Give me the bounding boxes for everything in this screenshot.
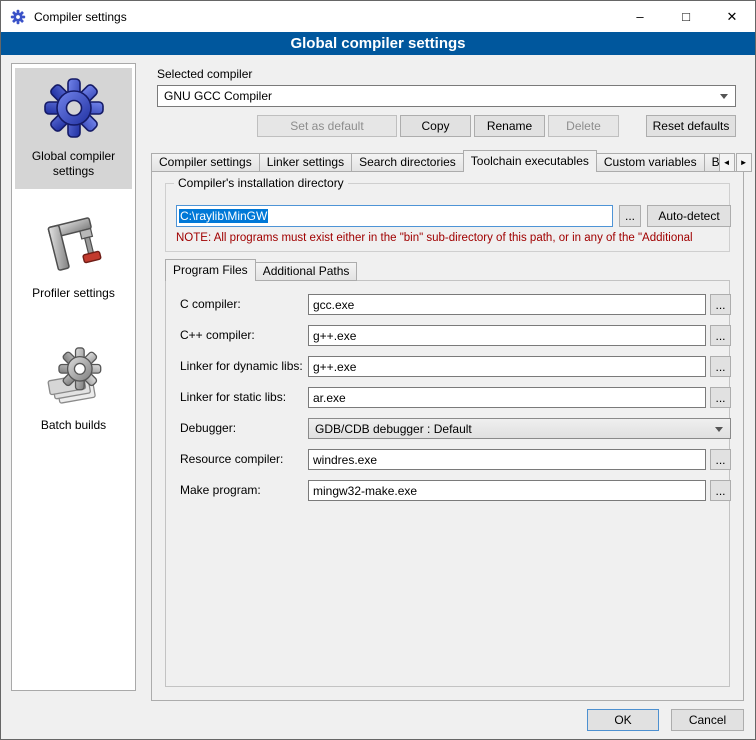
- linker-static-label: Linker for static libs:: [180, 387, 286, 408]
- window-controls: – □ ✕: [617, 1, 755, 32]
- tab-build-options[interactable]: Buil: [704, 153, 720, 172]
- sidebar-item-label: Global compiler settings: [15, 149, 132, 179]
- linker-dynamic-browse-button[interactable]: ...: [710, 356, 731, 377]
- toolchain-executables-pane: Compiler's installation directory C:\ray…: [151, 171, 744, 701]
- debugger-select-value: GDB/CDB debugger : Default: [315, 422, 472, 436]
- sidebar-item-label: Profiler settings: [32, 286, 115, 301]
- page-title: Global compiler settings: [1, 32, 755, 55]
- auto-detect-button[interactable]: Auto-detect: [647, 205, 731, 227]
- tab-scroll-left-icon[interactable]: ◄: [719, 153, 735, 172]
- c-compiler-browse-button[interactable]: ...: [710, 294, 731, 315]
- sidebar-item-global-compiler-settings[interactable]: Global compiler settings: [15, 68, 132, 189]
- program-files-tab-bar: Program Files Additional Paths: [165, 260, 356, 281]
- minimize-button[interactable]: –: [617, 1, 663, 32]
- tab-compiler-settings[interactable]: Compiler settings: [151, 153, 260, 172]
- tab-toolchain-executables[interactable]: Toolchain executables: [463, 150, 597, 172]
- selected-compiler-label: Selected compiler: [157, 67, 252, 81]
- title-bar: Compiler settings – □ ✕: [1, 1, 755, 32]
- close-button[interactable]: ✕: [709, 1, 755, 32]
- ok-button[interactable]: OK: [587, 709, 659, 731]
- chevron-down-icon: [715, 427, 723, 432]
- linker-static-input[interactable]: [308, 387, 706, 408]
- copy-button[interactable]: Copy: [400, 115, 471, 137]
- cpp-compiler-input[interactable]: [308, 325, 706, 346]
- tab-scroll-right-icon[interactable]: ►: [736, 153, 752, 172]
- set-as-default-button[interactable]: Set as default: [257, 115, 397, 137]
- tab-linker-settings[interactable]: Linker settings: [259, 153, 352, 172]
- subtab-program-files[interactable]: Program Files: [165, 259, 256, 281]
- debugger-label: Debugger:: [180, 418, 236, 439]
- cpp-compiler-browse-button[interactable]: ...: [710, 325, 731, 346]
- linker-dynamic-input[interactable]: [308, 356, 706, 377]
- resource-compiler-browse-button[interactable]: ...: [710, 449, 731, 470]
- installation-directory-browse-button[interactable]: ...: [619, 205, 641, 227]
- gear-icon: [42, 76, 106, 140]
- app-icon: [10, 9, 26, 25]
- installation-directory-input[interactable]: C:\raylib\MinGW: [176, 205, 613, 227]
- reset-defaults-button[interactable]: Reset defaults: [646, 115, 736, 137]
- sidebar-item-batch-builds[interactable]: Batch builds: [15, 337, 132, 443]
- make-program-browse-button[interactable]: ...: [710, 480, 731, 501]
- compiler-settings-dialog: Compiler settings – □ ✕ Global compiler …: [0, 0, 756, 740]
- subtab-additional-paths[interactable]: Additional Paths: [255, 262, 358, 281]
- window-title: Compiler settings: [34, 10, 127, 24]
- make-program-label: Make program:: [180, 480, 261, 501]
- installation-note: NOTE: All programs must exist either in …: [176, 232, 729, 244]
- installation-directory-group-title: Compiler's installation directory: [174, 176, 348, 190]
- make-program-input[interactable]: [308, 480, 706, 501]
- c-compiler-label: C compiler:: [180, 294, 241, 315]
- sidebar-item-profiler-settings[interactable]: Profiler settings: [15, 205, 132, 311]
- linker-static-browse-button[interactable]: ...: [710, 387, 731, 408]
- profiler-icon: [42, 213, 106, 277]
- debugger-select[interactable]: GDB/CDB debugger : Default: [308, 418, 731, 439]
- compiler-select[interactable]: GNU GCC Compiler: [157, 85, 736, 107]
- resource-compiler-label: Resource compiler:: [180, 449, 283, 470]
- program-files-pane: C compiler: ... C++ compiler: ... Linker…: [165, 280, 730, 687]
- settings-sidebar: Global compiler settings Profiler settin…: [11, 63, 136, 691]
- cpp-compiler-label: C++ compiler:: [180, 325, 255, 346]
- maximize-button[interactable]: □: [663, 1, 709, 32]
- compiler-select-value: GNU GCC Compiler: [164, 89, 272, 103]
- delete-button[interactable]: Delete: [548, 115, 619, 137]
- tab-custom-variables[interactable]: Custom variables: [596, 153, 705, 172]
- resource-compiler-input[interactable]: [308, 449, 706, 470]
- sidebar-item-label: Batch builds: [41, 418, 106, 433]
- cancel-button[interactable]: Cancel: [671, 709, 744, 731]
- tab-search-directories[interactable]: Search directories: [351, 153, 464, 172]
- c-compiler-input[interactable]: [308, 294, 706, 315]
- chevron-down-icon: [720, 94, 728, 99]
- rename-button[interactable]: Rename: [474, 115, 545, 137]
- installation-directory-selected-text: C:\raylib\MinGW: [179, 209, 268, 223]
- batch-builds-icon: [42, 345, 106, 409]
- linker-dynamic-label: Linker for dynamic libs:: [180, 356, 303, 377]
- installation-directory-group: Compiler's installation directory C:\ray…: [165, 183, 730, 252]
- settings-tab-bar: Compiler settings Linker settings Search…: [151, 150, 744, 172]
